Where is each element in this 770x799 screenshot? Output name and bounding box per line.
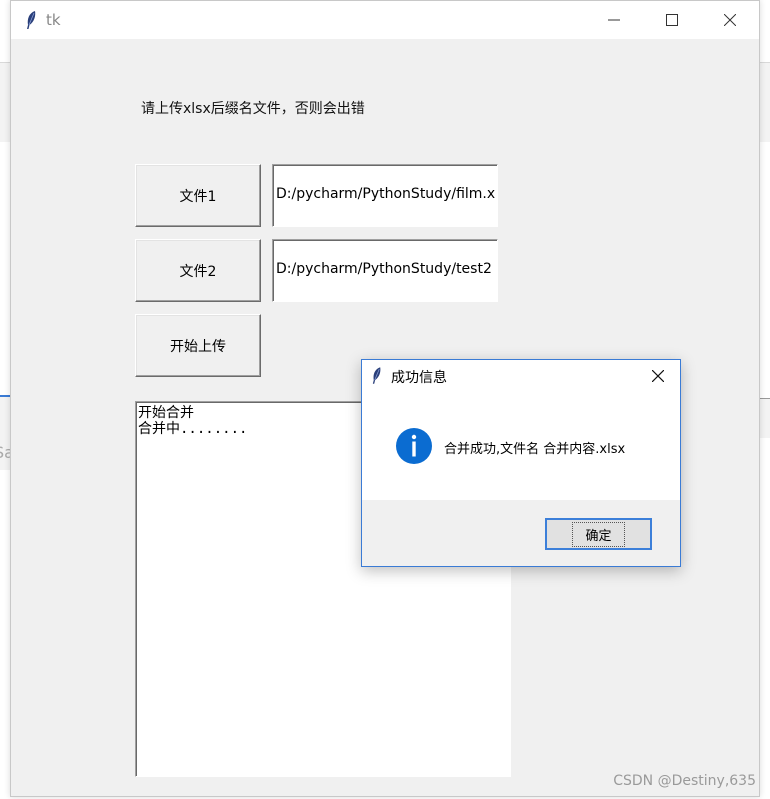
ok-button-label: 确定 [572,521,625,547]
dialog-title-bar[interactable]: 成功信息 [362,360,680,392]
close-button[interactable] [701,1,759,39]
success-dialog: 成功信息 合并成功,文件名 合并内容.xlsx 确定 [361,359,681,567]
file1-path-entry[interactable]: D:/pycharm/PythonStudy/film.x [272,164,498,227]
minimize-button[interactable] [585,1,643,39]
background-window-strip [0,62,10,142]
file2-path-entry[interactable]: D:/pycharm/PythonStudy/test2 [272,239,498,302]
minimize-icon [608,19,620,21]
maximize-icon [666,14,678,26]
file2-button[interactable]: 文件2 [135,239,261,302]
dialog-title: 成功信息 [391,370,447,386]
file1-button[interactable]: 文件1 [135,164,261,227]
feather-icon [27,11,36,29]
maximize-button[interactable] [643,1,701,39]
watermark: CSDN @Destiny,635 [613,773,756,789]
ok-button[interactable]: 确定 [545,518,652,550]
instruction-label: 请上传xlsx后缀名文件，否则会出错 [141,101,365,117]
title-bar[interactable]: tk [11,1,759,39]
close-icon [724,14,736,26]
window-title: tk [46,11,61,29]
dialog-message: 合并成功,文件名 合并内容.xlsx [444,442,626,457]
start-upload-button[interactable]: 开始上传 [135,314,261,377]
background-window-strip-lower-right [760,398,770,438]
close-icon [652,370,664,382]
info-icon [396,428,432,464]
dialog-close-button[interactable] [636,360,680,392]
background-window-strip-right [760,62,770,142]
feather-icon [372,367,381,384]
dialog-footer: 确定 [362,500,680,566]
